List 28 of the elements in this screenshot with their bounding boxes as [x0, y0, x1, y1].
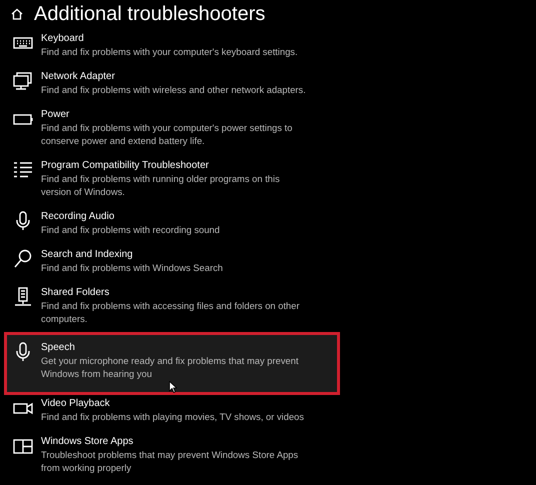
search-icon [13, 249, 33, 269]
server-icon [13, 287, 33, 307]
mouse-pointer-icon [169, 381, 177, 393]
troubleshooter-description: Find and fix problems with recording sound [41, 223, 220, 236]
troubleshooter-name: Power [41, 108, 70, 121]
monitor-icon [13, 71, 33, 91]
troubleshooter-description: Find and fix problems with your computer's keyboard settings. [41, 45, 298, 58]
list-icon [13, 160, 33, 180]
home-icon[interactable] [10, 6, 24, 20]
troubleshooter-name: Network Adapter [41, 70, 116, 83]
troubleshooter-description: Get your microphone ready and fix problems that may prevent Windows from hearing you [41, 354, 298, 380]
troubleshooter-description: Find and fix problems with Windows Search [41, 261, 223, 274]
troubleshooter-description: Find and fix problems with accessing files and folders on other computers. [41, 299, 300, 325]
troubleshooter-description: Find and fix problems with your computer's power settings to conserve power and extend battery life. [41, 121, 292, 147]
troubleshooter-description: Find and fix problems with running older programs on this version of Windows. [41, 172, 280, 198]
troubleshooter-name: Keyboard [41, 32, 85, 45]
troubleshooter-item[interactable]: Speech Get your microphone ready and fix problems that may prevent Windows from hearing you [4, 332, 340, 395]
troubleshooter-description: Find and fix problems with playing movies, TV shows, or videos [41, 410, 304, 423]
troubleshooter-name: Windows Store Apps [41, 435, 134, 448]
troubleshooter-name: Recording Audio [41, 210, 116, 223]
troubleshooter-name: Speech [41, 341, 76, 354]
troubleshooter-name: Video Playback [41, 397, 111, 410]
troubleshooter-name: Program Compatibility Troubleshooter [41, 159, 210, 172]
troubleshooter-description: Troubleshoot problems that may prevent Windows Store Apps from working properly [41, 448, 298, 474]
troubleshooter-name: Shared Folders [41, 286, 110, 299]
troubleshooter-description: Find and fix problems with wireless and other network adapters. [41, 83, 306, 96]
page-title: Additional troubleshooters [34, 2, 266, 26]
troubleshooter-name: Search and Indexing [41, 248, 134, 261]
